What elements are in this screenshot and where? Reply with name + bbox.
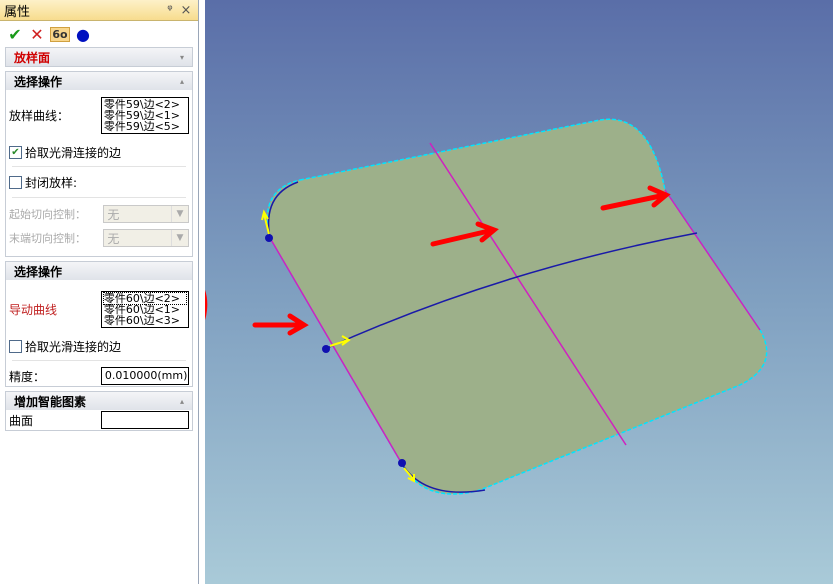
start-tangent-label: 起始切向控制： bbox=[9, 208, 86, 221]
close-icon[interactable]: × bbox=[178, 3, 194, 18]
guide-smooth-checkbox-row[interactable]: 拾取光滑连接的边 bbox=[6, 336, 192, 356]
loft-surface[interactable] bbox=[266, 118, 768, 495]
profile-curves-list[interactable]: 零件59\边<2> 零件59\边<1> 零件59\边<5> bbox=[100, 96, 189, 134]
divider bbox=[12, 197, 186, 198]
section1-title: 选择操作 bbox=[14, 74, 63, 89]
guide-smooth-checkbox[interactable] bbox=[9, 339, 22, 353]
section2-header[interactable]: 选择操作 bbox=[6, 262, 192, 280]
vertex-point[interactable] bbox=[265, 234, 273, 242]
panel-title: 属性 bbox=[4, 4, 31, 20]
color-ball-icon[interactable]: ● bbox=[74, 25, 92, 44]
guide-curves-label: 导动曲线 bbox=[9, 302, 58, 317]
end-tangent-label: 末端切向控制： bbox=[9, 232, 86, 245]
profile-curves-label: 放样曲线： bbox=[9, 108, 70, 123]
chevron-down-icon[interactable]: ▼ bbox=[171, 206, 188, 222]
precision-input[interactable]: 0.010000(mm) bbox=[100, 367, 189, 385]
precision-label: 精度： bbox=[9, 369, 46, 384]
model-canvas[interactable] bbox=[75, 0, 833, 584]
list-item[interactable]: 零件59\边<2> bbox=[104, 99, 186, 110]
collapse-arrow-icon[interactable]: ▾ bbox=[180, 53, 184, 62]
panel-titlebar: 属性 ᵠ × bbox=[0, 0, 198, 21]
guide-curves-list[interactable]: 零件60\边<2> 零件60\边<1> 零件60\边<3> bbox=[100, 290, 189, 328]
start-tangent-select[interactable]: 无 ▼ bbox=[103, 205, 189, 223]
feature-header[interactable]: 放样面 ▾ bbox=[6, 48, 192, 66]
divider bbox=[12, 360, 186, 361]
closed-loft-label: 封闭放样: bbox=[25, 175, 78, 190]
start-tangent-value: 无 bbox=[107, 207, 120, 222]
red-arrow-icon bbox=[252, 313, 309, 336]
smooth-edge-label: 拾取光滑连接的边 bbox=[25, 145, 122, 160]
feature-section: 放样面 ▾ bbox=[5, 47, 193, 67]
section3-header[interactable]: 增加智能图素 ▴ bbox=[6, 392, 192, 410]
list-item[interactable]: 零件59\边<5> bbox=[104, 121, 186, 132]
list-item[interactable]: 零件60\边<3> bbox=[104, 315, 186, 326]
section3-title: 增加智能图素 bbox=[14, 394, 87, 409]
closed-loft-checkbox[interactable] bbox=[9, 175, 22, 189]
guide-section: 选择操作 导动曲线 零件60\边<2> 零件60\边<1> 零件60\边<3> … bbox=[5, 261, 193, 387]
end-tangent-value: 无 bbox=[107, 231, 120, 246]
vertex-point[interactable] bbox=[398, 459, 406, 467]
list-item[interactable]: 零件60\边<1> bbox=[104, 304, 186, 315]
3d-viewport[interactable] bbox=[75, 0, 833, 584]
ok-check-icon[interactable]: ✔ bbox=[6, 25, 24, 44]
collapse-arrow-icon[interactable]: ▴ bbox=[180, 397, 184, 406]
feature-title: 放样面 bbox=[14, 50, 51, 65]
preview-glasses-icon[interactable]: 6o bbox=[50, 26, 70, 42]
list-item[interactable]: 零件60\边<2> bbox=[102, 291, 188, 305]
end-tangent-select[interactable]: 无 ▼ bbox=[103, 229, 189, 247]
closed-loft-checkbox-row[interactable]: 封闭放样: bbox=[6, 171, 192, 193]
surface-input[interactable] bbox=[100, 411, 189, 429]
section1-header[interactable]: 选择操作 ▴ bbox=[6, 72, 192, 90]
section2-title: 选择操作 bbox=[14, 264, 63, 279]
pin-icon[interactable]: ᵠ bbox=[162, 3, 178, 18]
cancel-x-icon[interactable]: ✕ bbox=[28, 25, 46, 44]
vertex-point[interactable] bbox=[322, 345, 330, 353]
divider bbox=[12, 166, 186, 167]
collapse-arrow-icon[interactable]: ▴ bbox=[180, 77, 184, 86]
panel-toolbar: ✔ ✕ 6o ● bbox=[0, 21, 198, 47]
guide-smooth-label: 拾取光滑连接的边 bbox=[25, 339, 122, 354]
list-item[interactable]: 零件59\边<1> bbox=[104, 110, 186, 121]
smooth-edge-checkbox[interactable]: ✔ bbox=[9, 145, 22, 159]
surface-label: 曲面 bbox=[9, 413, 34, 428]
smart-element-section: 增加智能图素 ▴ 曲面 bbox=[5, 391, 193, 431]
profile-section: 选择操作 ▴ 放样曲线： 零件59\边<2> 零件59\边<1> 零件59\边<5… bbox=[5, 71, 193, 257]
smooth-edge-checkbox-row[interactable]: ✔ 拾取光滑连接的边 bbox=[6, 142, 192, 162]
properties-panel: 属性 ᵠ × ✔ ✕ 6o ● 放样面 ▾ 选择操作 ▴ 放样曲线： 零件59\边<… bbox=[0, 0, 199, 584]
chevron-down-icon[interactable]: ▼ bbox=[171, 230, 188, 246]
